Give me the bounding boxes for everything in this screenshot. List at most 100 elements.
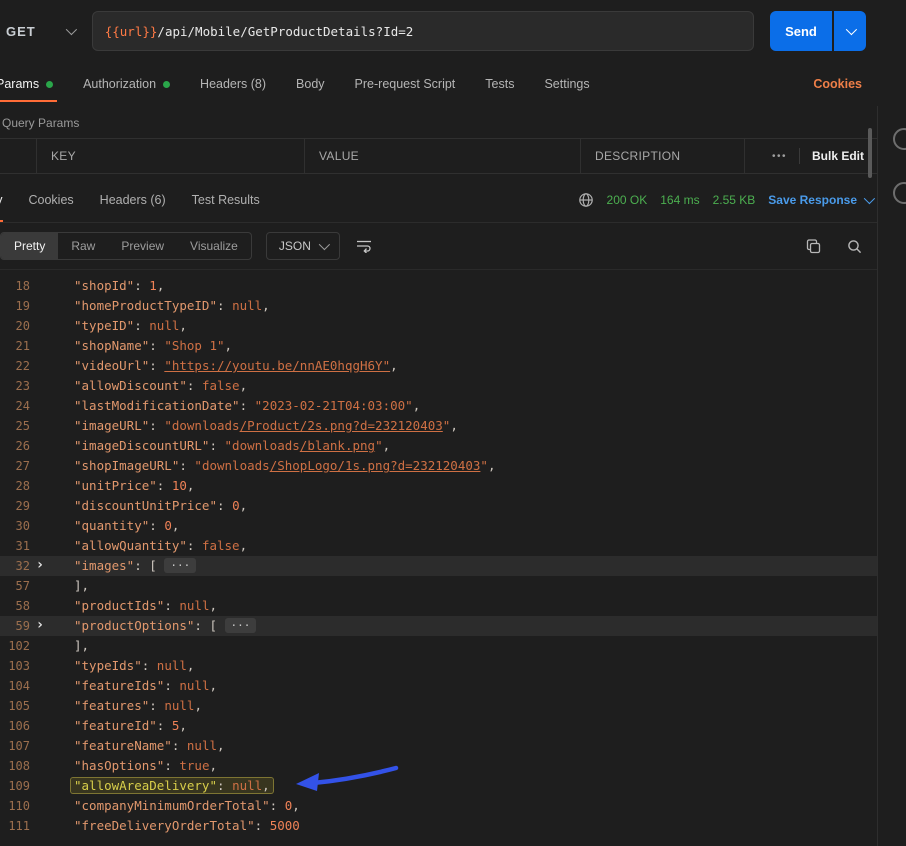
fold-spacer: [30, 536, 50, 556]
code-text: "hasOptions": true,: [50, 756, 217, 776]
code-line-103: 103"typeIds": null,: [0, 656, 878, 676]
response-tab-body[interactable]: Body: [0, 178, 3, 222]
response-tab-cookies[interactable]: Cookies: [29, 178, 74, 222]
collapsed-content-ellipsis[interactable]: ···: [164, 558, 196, 573]
response-meta: 200 OK 164 ms 2.55 KB Save Response: [578, 192, 878, 208]
select-all-cell[interactable]: [0, 139, 37, 173]
code-line-26: 26"imageDiscountURL": "downloads/blank.p…: [0, 436, 878, 456]
code-line-102: 102],: [0, 636, 878, 656]
fold-spacer: [30, 436, 50, 456]
response-tab-headers[interactable]: Headers (6): [100, 178, 166, 222]
code-text: "featureIds": null,: [50, 676, 217, 696]
code-line-19: 19"homeProductTypeID": null,: [0, 296, 878, 316]
column-headers: KEYVALUEDESCRIPTION: [37, 139, 745, 173]
code-line-110: 110"companyMinimumOrderTotal": 0,: [0, 796, 878, 816]
fold-toggle-icon[interactable]: ›: [30, 556, 50, 576]
more-options-icon[interactable]: •••: [772, 151, 787, 162]
unsaved-changes-dot: [46, 81, 53, 88]
panel-tool-icon[interactable]: [893, 128, 906, 150]
app-window: GET {{url}}/api/Mobile/GetProductDetails…: [0, 0, 906, 846]
scrollbar-thumb[interactable]: [868, 128, 872, 178]
json-link-value[interactable]: "https://youtu.be/nnAE0hqgH6Y": [164, 358, 390, 373]
panel-tool-icon[interactable]: [893, 182, 906, 204]
bulk-edit-button[interactable]: Bulk Edit: [812, 149, 864, 163]
save-response-label: Save Response: [768, 193, 857, 207]
query-params-label: Query Params: [0, 106, 906, 138]
code-text: "discountUnitPrice": 0,: [50, 496, 247, 516]
fold-spacer: [30, 736, 50, 756]
format-selector[interactable]: JSON: [266, 232, 340, 260]
fold-spacer: [30, 816, 50, 836]
json-link-value[interactable]: /Product/2s.png?d=232120403: [240, 418, 443, 433]
tab-pre-request-script[interactable]: Pre-request Script: [353, 62, 458, 106]
fold-spacer: [30, 696, 50, 716]
line-number: 108: [0, 756, 30, 776]
send-button[interactable]: Send: [770, 11, 832, 51]
json-link-value[interactable]: /ShopLogo/1s.png?d=232120403: [270, 458, 481, 473]
response-time[interactable]: 164 ms: [660, 193, 699, 207]
copy-icon[interactable]: [806, 239, 821, 254]
response-header: Body Cookies Headers (6) Test Results 200 O…: [0, 178, 878, 223]
code-line-24: 24"lastModificationDate": "2023-02-21T04…: [0, 396, 878, 416]
cookies-link[interactable]: Cookies: [813, 77, 862, 91]
tab-headers[interactable]: Headers (8): [198, 62, 268, 106]
code-text: "imageURL": "downloads/Product/2s.png?d=…: [50, 416, 458, 436]
wrap-text-icon[interactable]: [356, 239, 372, 253]
code-text: "imageDiscountURL": "downloads/blank.png…: [50, 436, 390, 456]
response-size[interactable]: 2.55 KB: [713, 193, 756, 207]
code-line-28: 28"unitPrice": 10,: [0, 476, 878, 496]
status-badge[interactable]: 200 OK: [607, 193, 648, 207]
line-number: 27: [0, 456, 30, 476]
network-globe-icon[interactable]: [578, 192, 594, 208]
fold-spacer: [30, 636, 50, 656]
save-response-button[interactable]: Save Response: [768, 193, 872, 207]
json-link-value[interactable]: /blank.png: [300, 438, 375, 453]
view-tab-pretty[interactable]: Pretty: [1, 233, 58, 259]
code-line-111: 111"freeDeliveryOrderTotal": 5000: [0, 816, 878, 836]
code-text: "unitPrice": 10,: [50, 476, 194, 496]
code-text: "shopId": 1,: [50, 276, 164, 296]
send-options-button[interactable]: [832, 11, 866, 51]
code-text: "allowQuantity": false,: [50, 536, 247, 556]
code-line-105: 105"features": null,: [0, 696, 878, 716]
code-line-57: 57],: [0, 576, 878, 596]
format-label: JSON: [279, 239, 311, 253]
table-header-row: KEYVALUEDESCRIPTION ••• Bulk Edit: [0, 139, 878, 173]
chevron-down-icon: [864, 193, 875, 204]
fold-spacer: [30, 776, 50, 796]
code-lines: 18 "shopId": 1,19"homeProductTypeID": nul…: [0, 276, 878, 836]
line-number: 106: [0, 716, 30, 736]
line-number: 58: [0, 596, 30, 616]
response-tab-test-results[interactable]: Test Results: [192, 178, 260, 222]
chevron-down-icon: [319, 239, 330, 250]
tab-settings[interactable]: Settings: [542, 62, 591, 106]
code-text: "lastModificationDate": "2023-02-21T04:0…: [50, 396, 420, 416]
code-line-21: 21"shopName": "Shop 1",: [0, 336, 878, 356]
code-line-59: 59›"productOptions": [ ···: [0, 616, 878, 636]
line-number: 23: [0, 376, 30, 396]
tab-tests[interactable]: Tests: [483, 62, 516, 106]
code-text: "homeProductTypeID": null,: [50, 296, 270, 316]
method-selector[interactable]: GET: [0, 24, 92, 39]
view-tab-visualize[interactable]: Visualize: [177, 233, 251, 259]
chevron-down-icon: [846, 24, 857, 35]
right-sidebar: [877, 106, 906, 846]
tab-params[interactable]: Params: [0, 62, 55, 106]
code-text: "featureName": null,: [50, 736, 225, 756]
collapsed-content-ellipsis[interactable]: ···: [225, 618, 257, 633]
line-number: 59: [0, 616, 30, 636]
view-tab-raw[interactable]: Raw: [58, 233, 108, 259]
url-input[interactable]: {{url}}/api/Mobile/GetProductDetails?Id=…: [92, 11, 754, 51]
code-line-29: 29"discountUnitPrice": 0,: [0, 496, 878, 516]
search-icon[interactable]: [847, 239, 862, 254]
line-number: 102: [0, 636, 30, 656]
fold-toggle-icon[interactable]: ›: [30, 616, 50, 636]
tab-body[interactable]: Body: [294, 62, 327, 106]
code-line-20: 20"typeID": null,: [0, 316, 878, 336]
code-line-31: 31"allowQuantity": false,: [0, 536, 878, 556]
tab-authorization[interactable]: Authorization: [81, 62, 172, 106]
line-number: 18: [0, 276, 30, 296]
code-line-18: 18 "shopId": 1,: [0, 276, 878, 296]
fold-spacer: [30, 716, 50, 736]
view-tab-preview[interactable]: Preview: [108, 233, 177, 259]
